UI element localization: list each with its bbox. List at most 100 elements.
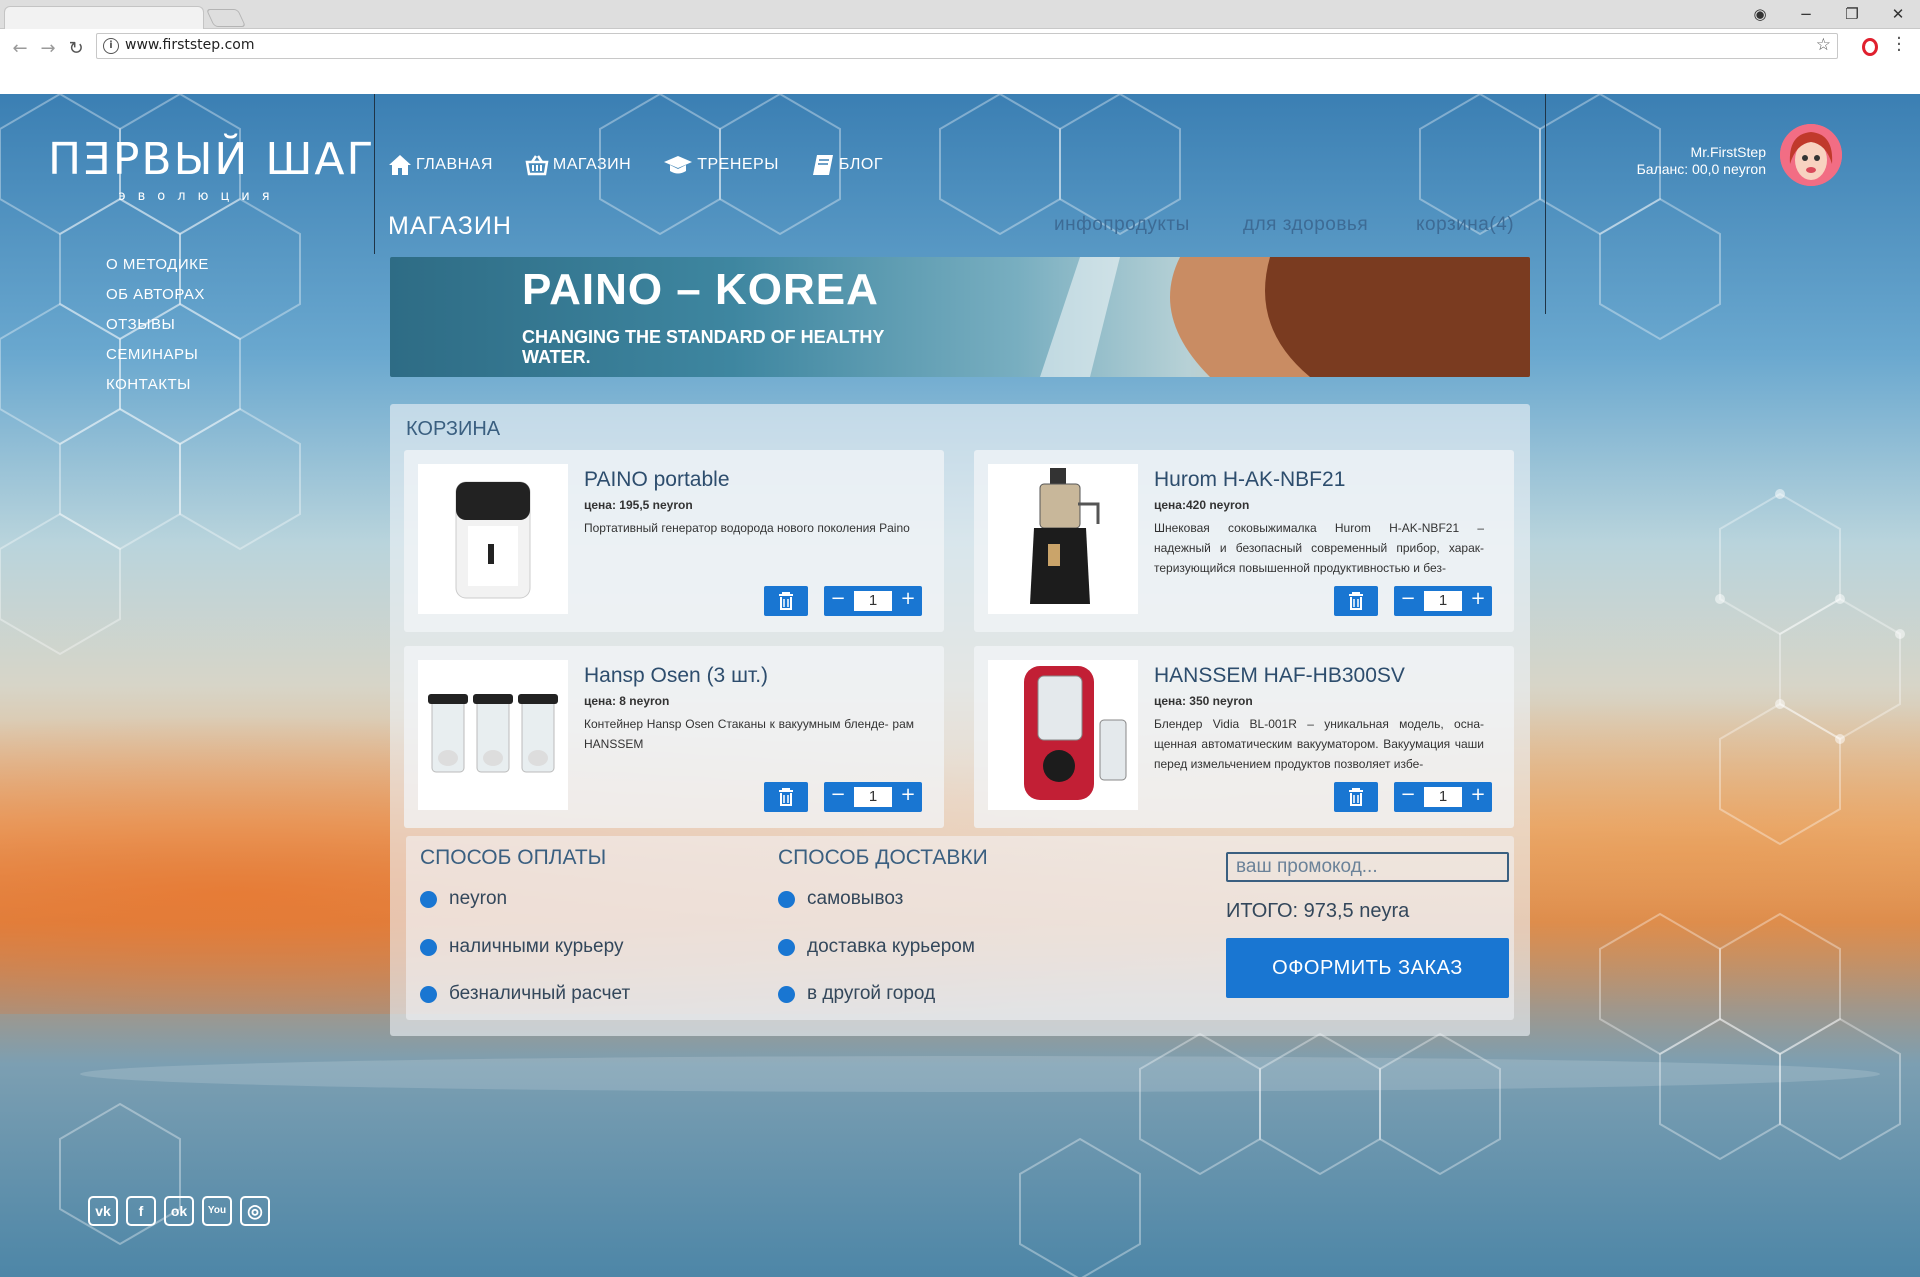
product-name[interactable]: Hurom H-AK-NBF21 xyxy=(1154,468,1345,492)
opera-icon[interactable] xyxy=(1862,38,1878,56)
promo-code-input[interactable] xyxy=(1226,852,1509,882)
url-text[interactable]: www.firststep.com xyxy=(125,37,255,53)
radio-icon xyxy=(778,985,795,1003)
address-bar[interactable]: i www.firststep.com ☆ xyxy=(96,33,1838,59)
top-nav: ГЛАВНАЯ МАГАЗИН ТРЕНЕРЫ БЛОГ xyxy=(388,150,915,180)
radio-label: neyron xyxy=(449,888,508,909)
odnoklassniki-icon[interactable]: ok xyxy=(164,1196,194,1226)
left-nav-item-reviews[interactable]: ОТЗЫВЫ xyxy=(106,310,209,340)
vk-icon[interactable]: vk xyxy=(88,1196,118,1226)
logo-subtitle: эволюция xyxy=(118,189,282,204)
radio-label: безналичный расчет xyxy=(449,983,631,1004)
place-order-button[interactable]: ОФОРМИТЬ ЗАКАЗ xyxy=(1226,938,1509,998)
quantity-stepper: − 1 + xyxy=(824,586,922,616)
profile-icon[interactable]: ◉ xyxy=(1750,4,1770,24)
back-button[interactable]: ← xyxy=(8,37,32,61)
decrease-button[interactable]: − xyxy=(826,784,850,805)
info-icon[interactable]: i xyxy=(103,38,119,54)
instagram-icon[interactable]: ◎ xyxy=(240,1196,270,1226)
cart-title: КОРЗИНА xyxy=(406,418,501,440)
forward-button[interactable]: → xyxy=(36,37,60,61)
user-name[interactable]: Mr.FirstStep xyxy=(1691,144,1766,160)
cart-item: Hurom H-AK-NBF21 цена:420 neyron Шнекова… xyxy=(974,450,1514,632)
delete-button[interactable] xyxy=(764,586,808,616)
quantity-field[interactable]: 1 xyxy=(854,591,892,611)
menu-dots-icon[interactable]: · · · xyxy=(1894,30,1904,60)
product-image[interactable] xyxy=(418,464,568,614)
delivery-option-pickup[interactable]: самовывоз xyxy=(778,888,903,910)
nav-shop[interactable]: МАГАЗИН xyxy=(525,150,631,180)
product-price: цена: 8 neyron xyxy=(584,694,670,708)
decrease-button[interactable]: − xyxy=(1396,784,1420,805)
nav-blog[interactable]: БЛОГ xyxy=(811,150,883,180)
decrease-button[interactable]: − xyxy=(826,588,850,609)
cart-item: PAINO portable цена: 195,5 neyron Портат… xyxy=(404,450,944,632)
left-nav-item-method[interactable]: О МЕТОДИКЕ xyxy=(106,250,209,280)
product-name[interactable]: HANSSEM HAF-HB300SV xyxy=(1154,664,1405,688)
left-nav-item-authors[interactable]: ОБ АВТОРАХ xyxy=(106,280,209,310)
site-logo[interactable]: ПƎРВЫЙ ШАГ эволюция xyxy=(48,134,376,204)
promo-banner[interactable]: PAINO – KOREA CHANGING THE STANDARD OF H… xyxy=(390,257,1530,377)
quantity-stepper: − 1 + xyxy=(1394,782,1492,812)
trash-icon xyxy=(779,788,793,806)
nav-home[interactable]: ГЛАВНАЯ xyxy=(388,150,493,180)
product-image[interactable] xyxy=(988,660,1138,810)
radio-icon xyxy=(420,938,437,956)
delete-button[interactable] xyxy=(1334,586,1378,616)
increase-button[interactable]: + xyxy=(1466,784,1490,805)
logo-title: ПƎРВЫЙ ШАГ xyxy=(48,134,376,185)
product-price: цена:420 neyron xyxy=(1154,498,1250,512)
nav-blog-label: БЛОГ xyxy=(838,156,883,173)
restore-button[interactable]: ❐ xyxy=(1842,4,1862,24)
banner-subtitle: CHANGING THE STANDARD OF HEALTHY WATER. xyxy=(522,327,884,367)
nav-trainers-label: ТРЕНЕРЫ xyxy=(697,156,779,173)
nav-trainers[interactable]: ТРЕНЕРЫ xyxy=(663,150,779,180)
product-name[interactable]: PAINO portable xyxy=(584,468,730,492)
delivery-option-courier[interactable]: доставка курьером xyxy=(778,936,975,958)
payment-option-cashless[interactable]: безналичный расчет xyxy=(420,983,630,1005)
increase-button[interactable]: + xyxy=(896,588,920,609)
avatar-image xyxy=(1780,124,1842,186)
close-window-button[interactable]: ✕ xyxy=(1888,4,1908,24)
radio-label: наличными курьеру xyxy=(449,936,624,957)
left-nav-item-seminars[interactable]: СЕМИНАРЫ xyxy=(106,340,209,370)
product-name[interactable]: Hansp Osen (3 шт.) xyxy=(584,664,768,688)
avatar[interactable] xyxy=(1780,124,1842,186)
nav-shop-label: МАГАЗИН xyxy=(552,156,632,173)
product-description: Блендер Vidia BL-001R – уникальная модел… xyxy=(1154,717,1484,771)
browser-tab[interactable] xyxy=(4,6,204,30)
quantity-field[interactable]: 1 xyxy=(1424,787,1462,807)
reload-button[interactable]: ↻ xyxy=(64,37,88,61)
payment-title: СПОСОБ ОПЛАТЫ xyxy=(420,846,607,869)
facebook-icon[interactable]: f xyxy=(126,1196,156,1226)
quantity-field[interactable]: 1 xyxy=(854,787,892,807)
product-image[interactable] xyxy=(988,464,1138,614)
delivery-option-other-city[interactable]: в другой город xyxy=(778,983,935,1005)
delete-button[interactable] xyxy=(1334,782,1378,812)
delivery-title: СПОСОБ ДОСТАВКИ xyxy=(778,846,988,869)
cart-item: HANSSEM HAF-HB300SV цена: 350 neyron Бле… xyxy=(974,646,1514,828)
user-balance: Баланс: 00,0 neyron xyxy=(1636,161,1766,177)
browser-tabstrip: ◉ − ❐ ✕ xyxy=(0,0,1920,30)
cart-panel: КОРЗИНА PAINO portable цена: 195,5 neyro… xyxy=(390,404,1530,1036)
subnav-health[interactable]: для здоровья xyxy=(1243,214,1368,236)
payment-option-cash[interactable]: наличными курьеру xyxy=(420,936,623,958)
increase-button[interactable]: + xyxy=(1466,588,1490,609)
quantity-field[interactable]: 1 xyxy=(1424,591,1462,611)
youtube-icon[interactable]: You xyxy=(202,1196,232,1226)
product-price: цена: 350 neyron xyxy=(1154,694,1253,708)
new-tab-button[interactable] xyxy=(205,9,247,27)
left-nav: О МЕТОДИКЕ ОБ АВТОРАХ ОТЗЫВЫ СЕМИНАРЫ КО… xyxy=(106,250,209,400)
subnav-cart[interactable]: корзина(4) xyxy=(1416,214,1514,236)
increase-button[interactable]: + xyxy=(896,784,920,805)
minimize-button[interactable]: − xyxy=(1796,4,1816,24)
payment-option-neyron[interactable]: neyron xyxy=(420,888,507,910)
cart-item: Hansp Osen (3 шт.) цена: 8 neyron Контей… xyxy=(404,646,944,828)
bookmark-star-icon[interactable]: ☆ xyxy=(1816,35,1831,55)
product-image[interactable] xyxy=(418,660,568,810)
delete-button[interactable] xyxy=(764,782,808,812)
subnav-infoproducts[interactable]: инфопродукты xyxy=(1054,214,1190,236)
radio-label: доставка курьером xyxy=(807,936,975,957)
left-nav-item-contacts[interactable]: КОНТАКТЫ xyxy=(106,370,209,400)
decrease-button[interactable]: − xyxy=(1396,588,1420,609)
